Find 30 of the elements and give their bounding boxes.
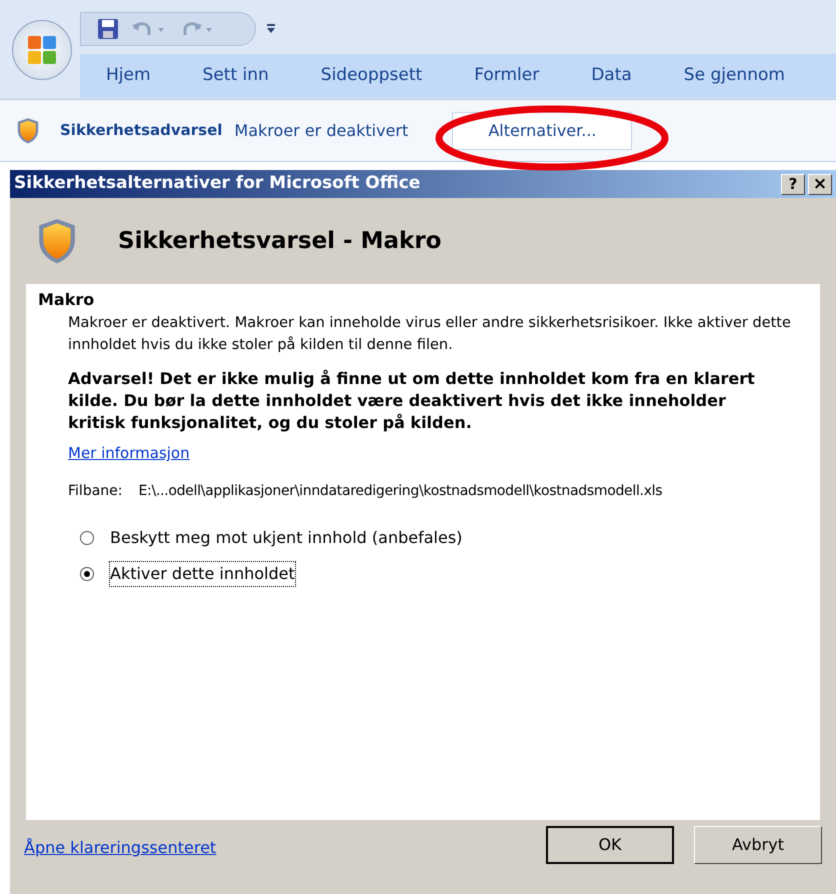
trust-center-link[interactable]: Åpne klareringssenteret bbox=[24, 836, 534, 860]
message-bar-text: Makroer er deaktivert bbox=[234, 120, 410, 142]
radio-label[interactable]: Beskytt meg mot ukjent innhold (anbefales) bbox=[110, 526, 462, 550]
ribbon-tab[interactable]: Data bbox=[565, 63, 658, 89]
shield-icon bbox=[16, 116, 40, 144]
save-icon[interactable] bbox=[97, 18, 119, 40]
ribbon-tab[interactable]: Sett inn bbox=[176, 63, 295, 89]
shield-icon bbox=[36, 216, 78, 266]
ribbon-tab[interactable]: Se gjennom bbox=[658, 63, 811, 89]
message-bar-title: Sikkerhetsadvarsel bbox=[60, 120, 222, 142]
more-info-link[interactable]: Mer informasjon bbox=[68, 442, 190, 464]
customize-toolbar-icon[interactable] bbox=[266, 24, 276, 34]
cancel-button[interactable]: Avbryt bbox=[694, 826, 822, 864]
radio-button[interactable] bbox=[80, 530, 94, 544]
office-logo-icon bbox=[26, 34, 58, 66]
section-title: Makro bbox=[38, 289, 96, 311]
ribbon-tab[interactable]: Sideoppsett bbox=[294, 63, 448, 89]
dialog-heading: Sikkerhetsvarsel - Makro bbox=[118, 226, 442, 256]
file-path-label: Filbane: bbox=[68, 482, 122, 500]
radio-label[interactable]: Aktiver dette innholdet bbox=[110, 562, 295, 586]
ribbon-tab[interactable]: Hjem bbox=[80, 63, 177, 89]
warning-text: Advarsel! Det er ikke mulig å finne ut om dette innholdet kom fra en klarert kilde. Du bør la dette innholdet være deaktivert hvis det ikke inneholder kritisk funksjonalitet, og du stoler på kilden. bbox=[68, 368, 756, 434]
file-path: E:\...odell\applikasjoner\inndataredigering\kostnadsmodell\kostnadsmodell.xls bbox=[138, 482, 662, 500]
close-button[interactable]: × bbox=[808, 174, 832, 194]
radio-button[interactable] bbox=[80, 566, 94, 580]
ribbon-tab[interactable]: Formler bbox=[448, 63, 566, 89]
help-button[interactable]: ? bbox=[781, 174, 805, 194]
description-text: Makroer er deaktivert. Makroer kan inneholde virus eller andre sikkerhetsrisikoer. Ikke aktiver dette innholdet hvis du ikke stoler på kilden til denne filen. bbox=[68, 314, 792, 355]
dialog-title: Sikkerhetsalternativer for Microsoft Office bbox=[14, 172, 422, 196]
ok-button[interactable]: OK bbox=[546, 826, 674, 864]
